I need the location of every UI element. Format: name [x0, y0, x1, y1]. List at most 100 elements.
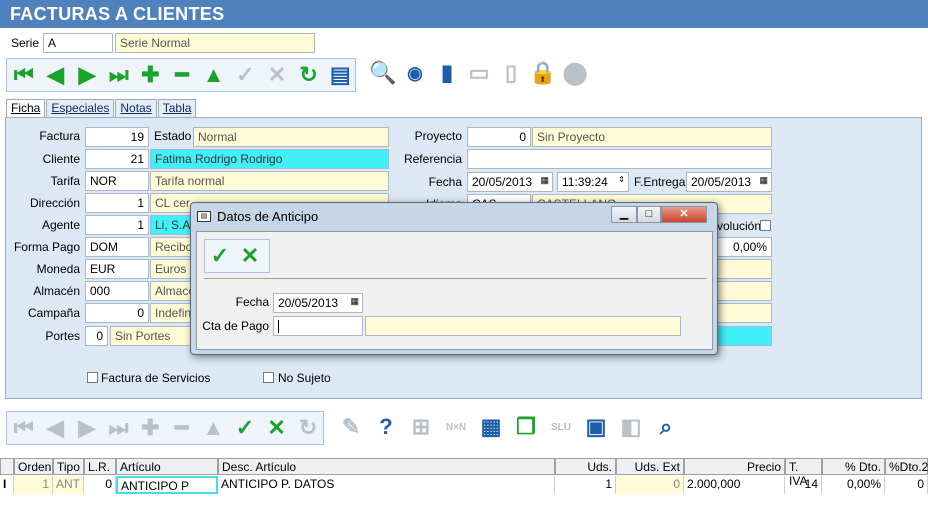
help-icon[interactable]: ? — [371, 412, 401, 442]
col-tipo[interactable]: Tipo — [53, 458, 84, 475]
next-icon[interactable]: ▶ — [72, 60, 102, 90]
add-icon[interactable]: ✚ — [135, 413, 165, 443]
almacen-code-input[interactable]: 000 — [85, 281, 149, 301]
phone-icon[interactable]: ▯ — [496, 58, 526, 88]
add-icon[interactable]: ✚ — [136, 60, 166, 90]
col-lr[interactable]: L.R. — [84, 458, 116, 475]
col-orden[interactable]: Orden — [14, 458, 53, 475]
cell-lr[interactable]: 0 — [84, 476, 116, 494]
refresh-icon[interactable]: ↻ — [294, 60, 324, 90]
list-icon[interactable]: ▤ — [325, 60, 355, 90]
remove-icon[interactable]: ━ — [167, 413, 197, 443]
first-icon[interactable]: ⏮ — [9, 413, 39, 443]
cell-tipo[interactable]: ANT — [53, 476, 84, 494]
factura-number-input[interactable]: 19 — [85, 127, 149, 147]
calendar-icon[interactable]: ▦ — [759, 175, 768, 186]
search-icon[interactable]: 🔍 — [368, 58, 398, 88]
find-icon[interactable]: ⌕ — [651, 412, 681, 442]
serie-code-input[interactable]: A — [43, 33, 113, 53]
cell-precio[interactable]: 2.000,000 — [684, 476, 785, 494]
refresh-icon[interactable]: ↻ — [293, 413, 323, 443]
tab-notas[interactable]: Notas — [115, 99, 157, 117]
slu-icon[interactable]: SLU — [546, 412, 576, 442]
tree-icon[interactable]: ⊞ — [406, 412, 436, 442]
print-icon[interactable]: ▭ — [464, 58, 494, 88]
portes-code-input[interactable]: 0 — [85, 326, 108, 346]
lock-icon[interactable]: 🔒 — [528, 58, 558, 88]
col-tiva[interactable]: T. IVA — [785, 458, 822, 488]
proyecto-code-input[interactable]: 0 — [467, 127, 531, 147]
fecha-input[interactable]: 20/05/2013 ▦ — [467, 172, 553, 192]
first-icon[interactable]: ⏮ — [9, 60, 39, 90]
cell-uds-ext[interactable]: 0 — [616, 476, 684, 494]
no-sujeto-checkbox[interactable] — [263, 372, 274, 383]
moneda-code-input[interactable]: EUR — [85, 259, 149, 279]
next-icon[interactable]: ▶ — [72, 413, 102, 443]
copy-icon[interactable]: ❐ — [511, 412, 541, 442]
minimize-button[interactable]: ▁ — [611, 206, 637, 223]
prev-icon[interactable]: ◀ — [41, 413, 71, 443]
dialog-title: Datos de Anticipo — [217, 209, 319, 224]
dialog-fecha-label: Fecha — [235, 295, 269, 309]
hora-input[interactable]: 11:39:24 ⇕ — [557, 172, 629, 192]
factura-servicios-checkbox[interactable] — [87, 372, 98, 383]
cancel-icon[interactable]: ✕ — [262, 60, 292, 90]
tarifa-code-input[interactable]: NOR — [85, 171, 149, 191]
edit-icon[interactable]: ✎ — [336, 412, 366, 442]
door-icon[interactable]: ▮ — [432, 58, 462, 88]
cancel-icon[interactable]: ✕ — [235, 241, 265, 271]
cell-dto2[interactable]: 0 — [885, 476, 928, 494]
cell-orden[interactable]: 1 — [14, 476, 53, 494]
devolucion-label: volución — [717, 219, 762, 233]
col-articulo[interactable]: Artículo — [116, 458, 218, 475]
puzzle-icon[interactable]: ◧ — [616, 412, 646, 442]
close-button[interactable]: ✕ — [661, 206, 707, 223]
calendar-icon[interactable]: ▦ — [350, 296, 359, 307]
wifi-icon[interactable]: ◉ — [400, 58, 430, 88]
portes-label: Portes — [45, 329, 80, 343]
up-icon[interactable]: ▲ — [199, 60, 229, 90]
calc-icon[interactable]: ▦ — [476, 412, 506, 442]
direccion-code-input[interactable]: 1 — [85, 193, 149, 213]
estado-field: Normal — [193, 127, 389, 147]
cell-dto[interactable]: 0,00% — [822, 476, 885, 494]
dialog-fecha-input[interactable]: 20/05/2013 ▦ — [273, 293, 363, 313]
up-icon[interactable]: ▲ — [199, 413, 229, 443]
dialog-cta-input[interactable] — [273, 316, 363, 336]
maximize-button[interactable]: □ — [637, 206, 661, 223]
check-icon[interactable]: ✓ — [230, 60, 260, 90]
remove-icon[interactable]: ━ — [167, 60, 197, 90]
nxn-icon[interactable]: N×N — [441, 412, 471, 442]
percent-field[interactable]: 0,00% — [710, 237, 772, 257]
cancel-icon[interactable]: ✕ — [262, 413, 292, 443]
col-desc[interactable]: Desc. Artículo — [218, 458, 555, 475]
cell-tiva[interactable]: 14 — [785, 476, 822, 494]
calendar-icon[interactable]: ▦ — [540, 175, 549, 186]
money-icon[interactable]: ▣ — [581, 412, 611, 442]
tab-tabla[interactable]: Tabla — [157, 99, 197, 117]
tab-ficha[interactable]: Ficha — [6, 99, 46, 118]
campana-code-input[interactable]: 0 — [85, 303, 149, 323]
col-precio[interactable]: Precio — [684, 458, 785, 475]
cell-desc[interactable]: ANTICIPO P. DATOS — [218, 476, 555, 494]
agente-code-input[interactable]: 1 — [85, 215, 149, 235]
devolucion-checkbox[interactable] — [760, 220, 771, 231]
last-icon[interactable]: ⏭ — [104, 60, 134, 90]
last-icon[interactable]: ⏭ — [104, 413, 134, 443]
prev-icon[interactable]: ◀ — [41, 60, 71, 90]
stop-icon[interactable]: ⬤ — [560, 58, 590, 88]
col-uds[interactable]: Uds. — [555, 458, 616, 475]
fentrega-input[interactable]: 20/05/2013 ▦ — [686, 172, 772, 192]
spinner-icon[interactable]: ⇕ — [618, 175, 625, 184]
cliente-code-input[interactable]: 21 — [85, 149, 149, 169]
cell-uds[interactable]: 1 — [555, 476, 616, 494]
check-icon[interactable]: ✓ — [230, 413, 260, 443]
col-uds-ext[interactable]: Uds. Ext — [616, 458, 684, 475]
cell-articulo[interactable]: ANTICIPO P — [116, 476, 218, 494]
formapago-code-input[interactable]: DOM — [85, 237, 149, 257]
tab-especiales[interactable]: Especiales — [46, 99, 115, 117]
accept-icon[interactable]: ✓ — [205, 241, 235, 271]
referencia-input[interactable] — [467, 149, 772, 169]
col-dto[interactable]: % Dto. — [822, 458, 885, 475]
col-dto2[interactable]: %Dto.2 — [885, 458, 928, 475]
